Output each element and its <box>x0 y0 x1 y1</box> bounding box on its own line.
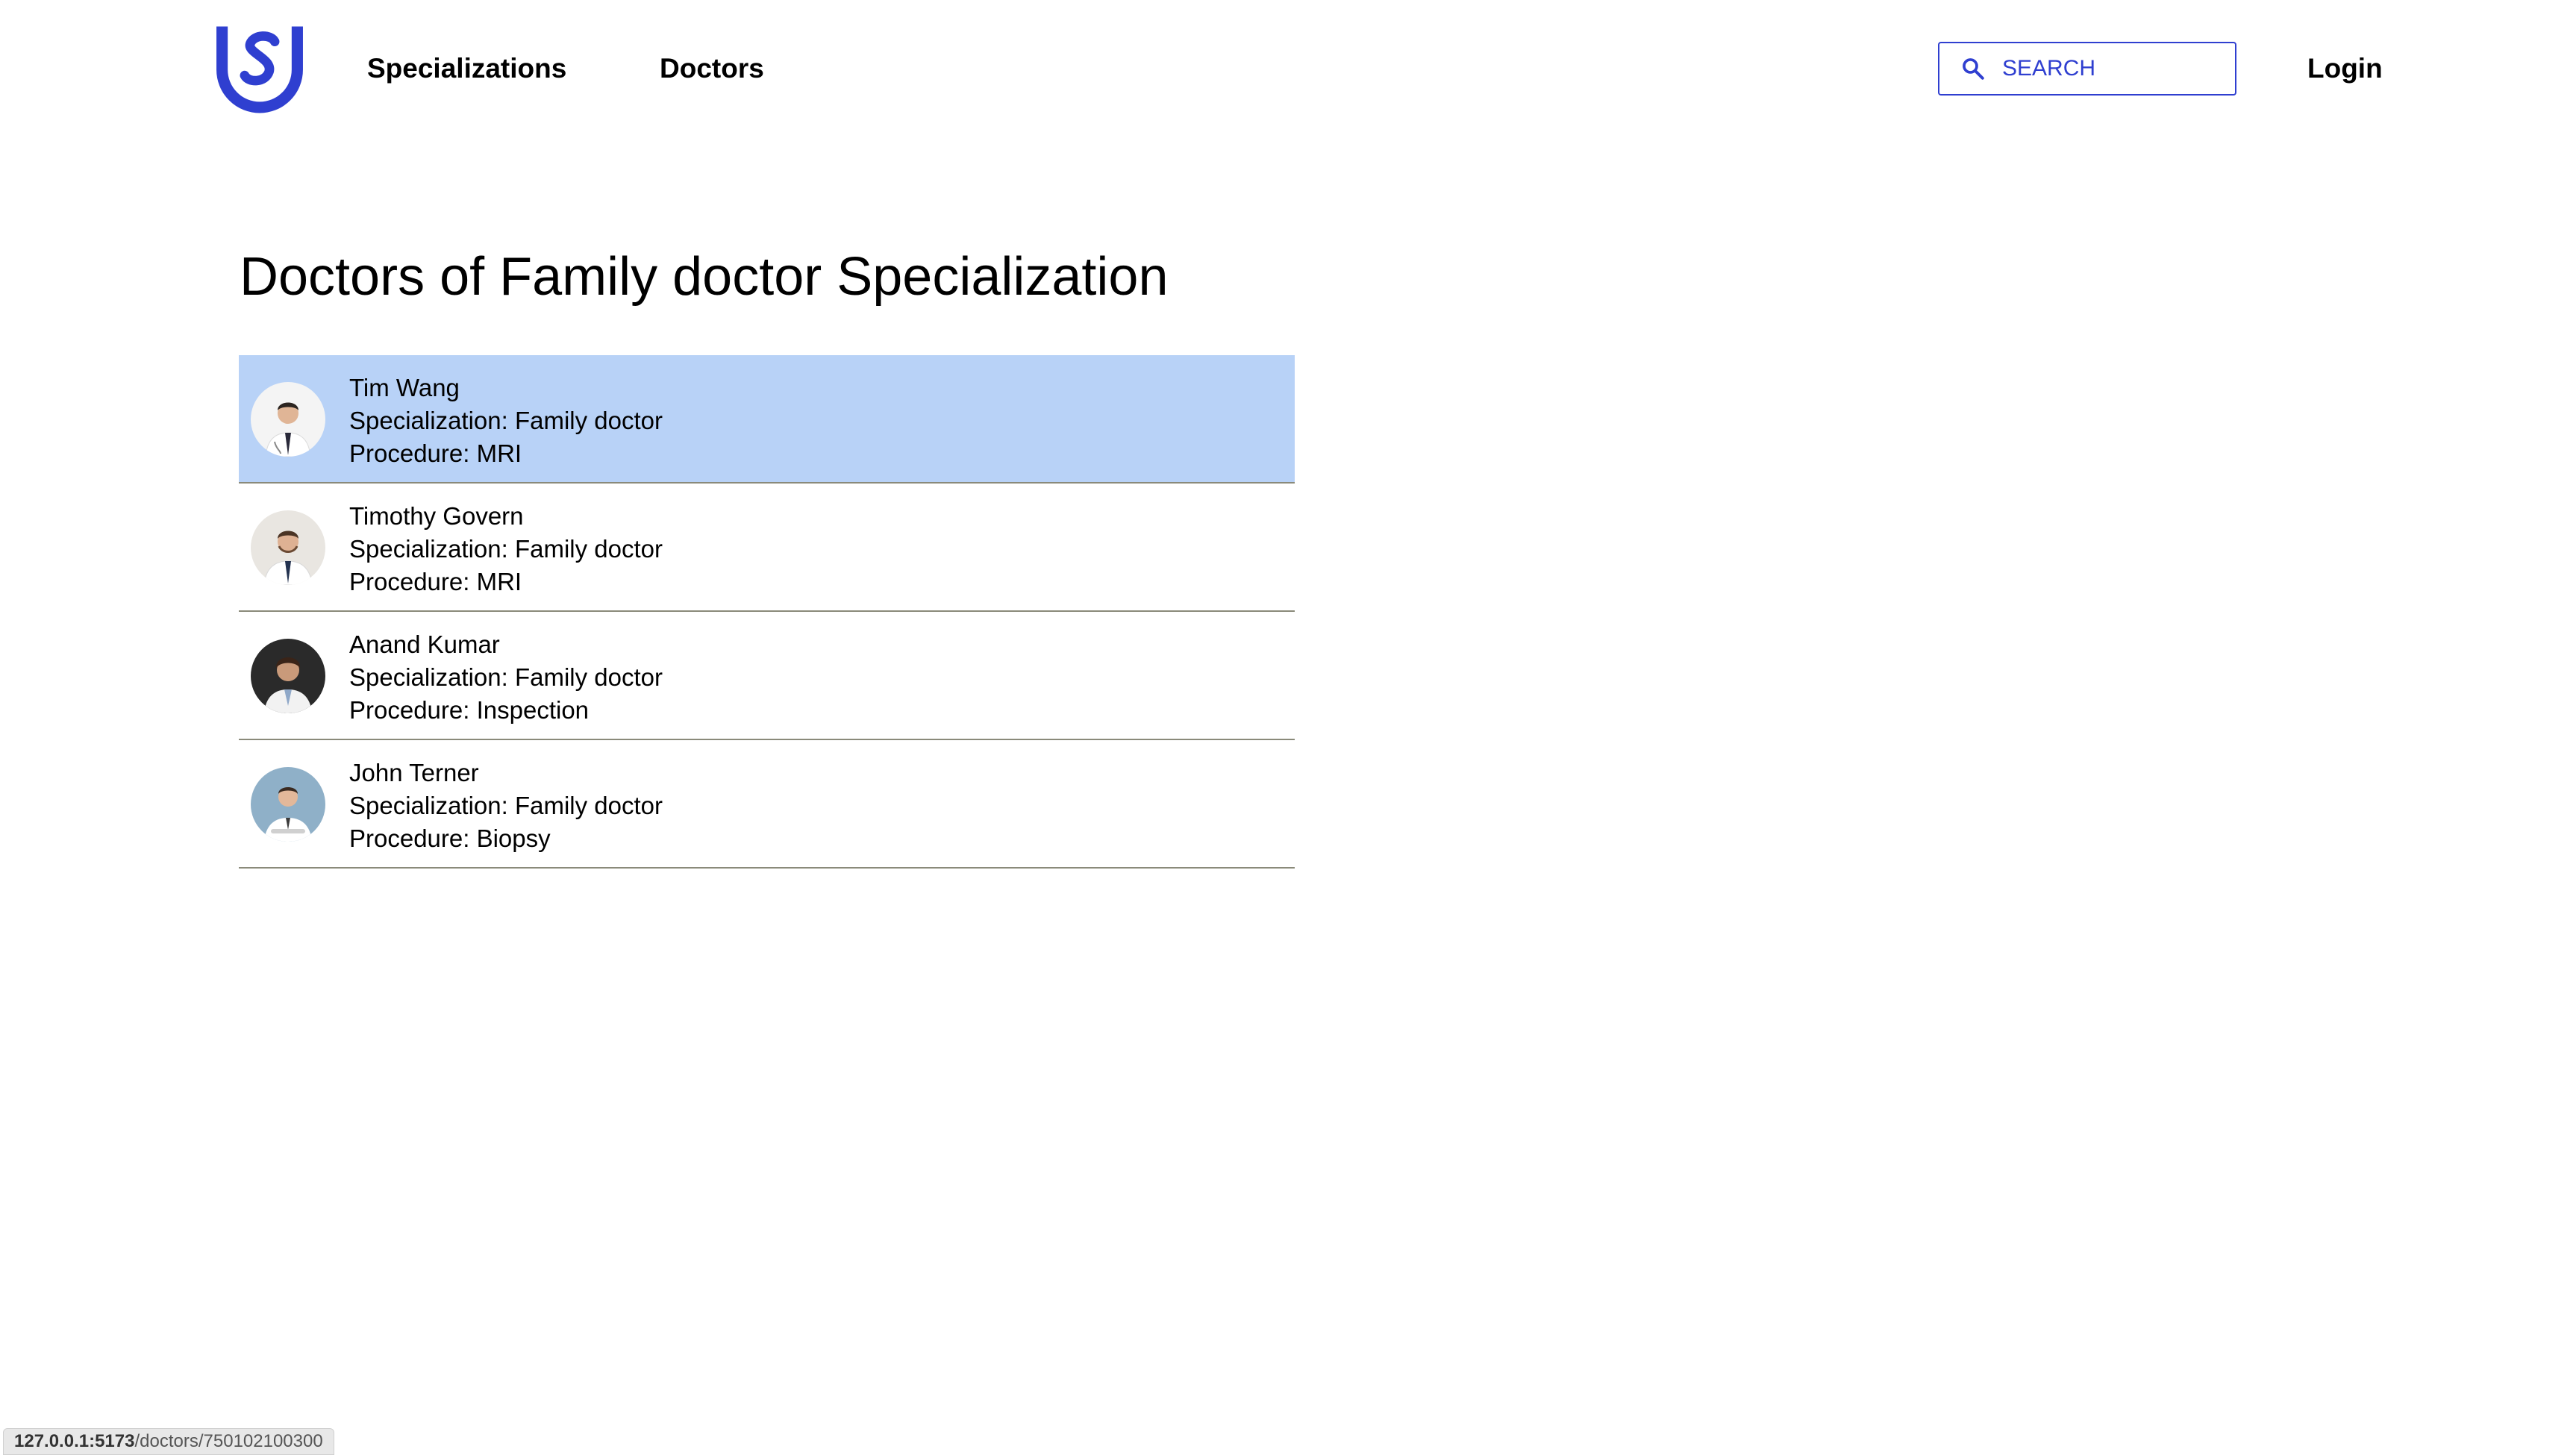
doctor-name: Timothy Govern <box>349 502 524 530</box>
doctor-avatar <box>251 639 325 713</box>
doctor-list-item[interactable]: Tim Wang Specialization: Family doctor P… <box>239 355 1295 484</box>
search-input[interactable] <box>2002 56 2219 81</box>
doctor-info: Tim Wang Specialization: Family doctor P… <box>349 372 663 470</box>
doctor-specialization: Specialization: Family doctor <box>349 663 663 691</box>
doctor-info: Anand Kumar Specialization: Family docto… <box>349 628 663 727</box>
doctor-procedure: Procedure: Inspection <box>349 696 590 724</box>
status-url-path: /doctors/750102100300 <box>134 1431 323 1451</box>
doctor-name: Tim Wang <box>349 374 460 401</box>
doctor-procedure: Procedure: MRI <box>349 568 522 595</box>
nav-doctors-link[interactable]: Doctors <box>660 51 764 87</box>
doctor-name: John Terner <box>349 759 479 786</box>
doctor-avatar <box>251 767 325 842</box>
doctor-info: John Terner Specialization: Family docto… <box>349 757 663 855</box>
doctor-list: Tim Wang Specialization: Family doctor P… <box>239 355 1295 869</box>
doctor-avatar <box>251 510 325 585</box>
doctor-list-item[interactable]: Timothy Govern Specialization: Family do… <box>239 484 1295 612</box>
nav-specializations-link[interactable]: Specializations <box>367 51 566 87</box>
page-title: Doctors of Family doctor Specialization <box>240 247 1169 307</box>
status-url-host: 127.0.0.1:5173 <box>14 1431 135 1451</box>
doctor-avatar <box>251 382 325 457</box>
login-link[interactable]: Login <box>2307 51 2383 87</box>
search-icon <box>1963 58 1984 80</box>
shield-s-logo-icon[interactable] <box>213 21 307 115</box>
doctor-specialization: Specialization: Family doctor <box>349 407 663 434</box>
doctor-procedure: Procedure: Biopsy <box>349 824 551 852</box>
doctor-specialization: Specialization: Family doctor <box>349 792 663 819</box>
status-bar-url: 127.0.0.1:5173/doctors/750102100300 <box>3 1428 334 1455</box>
doctor-procedure: Procedure: MRI <box>349 439 522 467</box>
doctor-list-item[interactable]: Anand Kumar Specialization: Family docto… <box>239 612 1295 740</box>
search-box[interactable] <box>1938 42 2236 96</box>
doctor-specialization: Specialization: Family doctor <box>349 535 663 563</box>
doctor-list-item[interactable]: John Terner Specialization: Family docto… <box>239 740 1295 869</box>
doctor-info: Timothy Govern Specialization: Family do… <box>349 500 663 598</box>
doctor-name: Anand Kumar <box>349 630 500 658</box>
top-navbar: Specializations Doctors Login <box>0 0 2576 134</box>
